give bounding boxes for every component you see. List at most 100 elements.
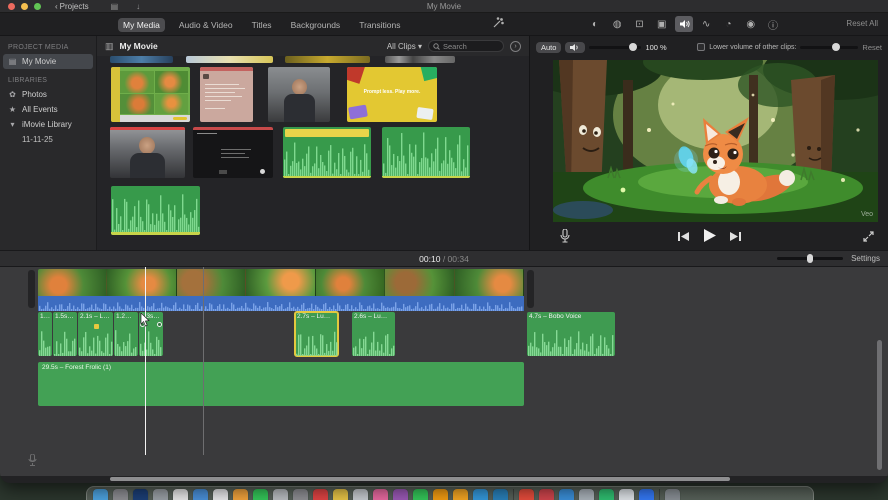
- sidebar-toggle-icon[interactable]: ▥: [105, 41, 114, 52]
- audio-clip-7[interactable]: 2.6s – Lu…: [352, 312, 395, 356]
- dock-app-icon[interactable]: [599, 489, 614, 500]
- dock-app-icon[interactable]: [433, 489, 448, 500]
- dock-app-icon[interactable]: [579, 489, 594, 500]
- clip-filter-dropdown[interactable]: All Clips ▾: [387, 42, 422, 51]
- tab-backgrounds[interactable]: Backgrounds: [286, 18, 346, 32]
- dock-app-icon[interactable]: [333, 489, 348, 500]
- lower-volume-checkbox[interactable]: [697, 43, 706, 51]
- dock-app-icon[interactable]: [519, 489, 534, 500]
- media-thumbnail[interactable]: [285, 56, 370, 63]
- dock-app-icon[interactable]: [113, 489, 128, 500]
- reset-all-button[interactable]: Reset All: [846, 19, 878, 28]
- audio-clip-bobo-voice[interactable]: 4.7s – Bobo Voice: [527, 312, 615, 356]
- media-thumbnail-promo[interactable]: Prompt less. Play more.: [347, 67, 437, 122]
- enhance-wand-icon[interactable]: [491, 17, 504, 35]
- color-balance-icon[interactable]: ◍: [608, 16, 626, 32]
- play-button[interactable]: [703, 229, 716, 247]
- tab-transitions[interactable]: Transitions: [354, 18, 405, 32]
- timeline[interactable]: 1… 1.5s… 2.1s – L… 1.2… 1.3s… 2.7s – Lu……: [0, 267, 888, 476]
- lower-volume-knob[interactable]: [832, 42, 841, 51]
- dock-app-icon[interactable]: [493, 489, 508, 500]
- reset-button[interactable]: Reset: [862, 43, 882, 52]
- timeline-voiceover-icon[interactable]: [28, 453, 37, 471]
- audio-clip-4[interactable]: 1.2…: [114, 312, 138, 356]
- previous-frame-button[interactable]: [677, 229, 689, 247]
- browser-settings-icon[interactable]: ›: [510, 40, 521, 52]
- noise-reduction-icon[interactable]: ∿: [697, 16, 715, 32]
- audio-clip-6-selected[interactable]: 2.7s – Lu…: [294, 311, 339, 357]
- dock-app-icon[interactable]: [293, 489, 308, 500]
- sidebar-item-photos[interactable]: ✿ Photos: [0, 87, 96, 102]
- timeline-zoom-slider[interactable]: [777, 254, 844, 263]
- music-clip-forest-frolic[interactable]: 29.5s – Forest Frolic (1): [38, 362, 524, 406]
- media-thumbnail[interactable]: [110, 56, 173, 63]
- sidebar-item-my-movie[interactable]: ▤ My Movie: [3, 54, 93, 69]
- dock-app-icon[interactable]: [665, 489, 680, 500]
- chevron-down-icon[interactable]: ▾: [8, 120, 17, 129]
- dock-app-icon[interactable]: [273, 489, 288, 500]
- fade-handle[interactable]: [157, 322, 162, 327]
- timeline-zoom-knob[interactable]: [807, 254, 814, 263]
- dock-app-icon[interactable]: [253, 489, 268, 500]
- dock[interactable]: [86, 486, 814, 500]
- media-thumbnail-fox-collage[interactable]: [111, 67, 190, 122]
- crop-icon[interactable]: ⊡: [631, 16, 649, 32]
- playhead[interactable]: [145, 267, 146, 455]
- dock-app-icon[interactable]: [559, 489, 574, 500]
- stabilization-icon[interactable]: ▣: [653, 16, 671, 32]
- dock-app-icon[interactable]: [193, 489, 208, 500]
- auto-volume-button[interactable]: Auto: [536, 41, 562, 53]
- media-thumbnail[interactable]: [385, 56, 455, 63]
- lower-volume-slider[interactable]: [800, 42, 859, 51]
- mute-button[interactable]: [565, 41, 586, 53]
- trim-handle-right[interactable]: [527, 270, 534, 308]
- volume-slider[interactable]: [589, 42, 642, 51]
- speed-icon[interactable]: ◔: [720, 16, 738, 32]
- media-thumbnail-terminal[interactable]: [193, 127, 273, 178]
- audio-clip-2[interactable]: 1.5s…: [53, 312, 77, 356]
- dock-app-icon[interactable]: [153, 489, 168, 500]
- next-frame-button[interactable]: [729, 229, 741, 247]
- media-thumbnail-audio-2[interactable]: [382, 127, 470, 178]
- media-thumbnail-webcam[interactable]: [268, 67, 330, 122]
- dock-app-icon[interactable]: [473, 489, 488, 500]
- media-thumbnail-webcam-2[interactable]: [110, 127, 185, 178]
- dock-app-icon[interactable]: [393, 489, 408, 500]
- timeline-horizontal-scrollbar[interactable]: [110, 477, 730, 481]
- media-thumbnail-audio-3[interactable]: [111, 186, 200, 235]
- video-clip-filmstrip[interactable]: [38, 269, 524, 296]
- video-preview[interactable]: Veo: [523, 40, 888, 222]
- dock-app-icon[interactable]: [619, 489, 634, 500]
- sidebar-item-all-events[interactable]: ★ All Events: [0, 102, 96, 117]
- audio-clip-3[interactable]: 2.1s – L…: [78, 312, 113, 356]
- audio-clip-1[interactable]: 1…: [38, 312, 52, 356]
- dock-app-icon[interactable]: [233, 489, 248, 500]
- search-input[interactable]: Search: [428, 40, 504, 52]
- dock-app-icon[interactable]: [413, 489, 428, 500]
- dock-app-icon[interactable]: [539, 489, 554, 500]
- timeline-settings-button[interactable]: Settings: [851, 254, 880, 263]
- sidebar-item-library-date[interactable]: 11-11-25: [0, 132, 96, 147]
- dock-app-icon[interactable]: [173, 489, 188, 500]
- media-thumbnail-document[interactable]: [200, 67, 253, 122]
- dock-app-icon[interactable]: [373, 489, 388, 500]
- dock-app-icon[interactable]: [453, 489, 468, 500]
- media-thumbnail-audio-1[interactable]: [283, 127, 371, 178]
- dock-app-icon[interactable]: [133, 489, 148, 500]
- dock-app-icon[interactable]: [93, 489, 108, 500]
- tab-titles[interactable]: Titles: [247, 18, 277, 32]
- timeline-vertical-scrollbar[interactable]: [877, 340, 882, 470]
- clip-info-icon[interactable]: ⓘ: [764, 16, 782, 32]
- color-correction-icon[interactable]: ◐: [586, 16, 604, 32]
- fullscreen-icon[interactable]: [863, 229, 874, 247]
- tab-my-media[interactable]: My Media: [118, 17, 165, 32]
- dock-app-icon[interactable]: [639, 489, 654, 500]
- tab-audio-video[interactable]: Audio & Video: [174, 18, 238, 32]
- volume-icon[interactable]: [675, 16, 693, 32]
- clip-filter-icon[interactable]: ◉: [742, 16, 760, 32]
- dock-app-icon[interactable]: [213, 489, 228, 500]
- volume-slider-knob[interactable]: [629, 42, 638, 51]
- sidebar-item-imovie-library[interactable]: ▾ iMovie Library: [0, 117, 96, 132]
- media-thumbnail[interactable]: [186, 56, 273, 63]
- video-audio-waveform[interactable]: [38, 296, 524, 311]
